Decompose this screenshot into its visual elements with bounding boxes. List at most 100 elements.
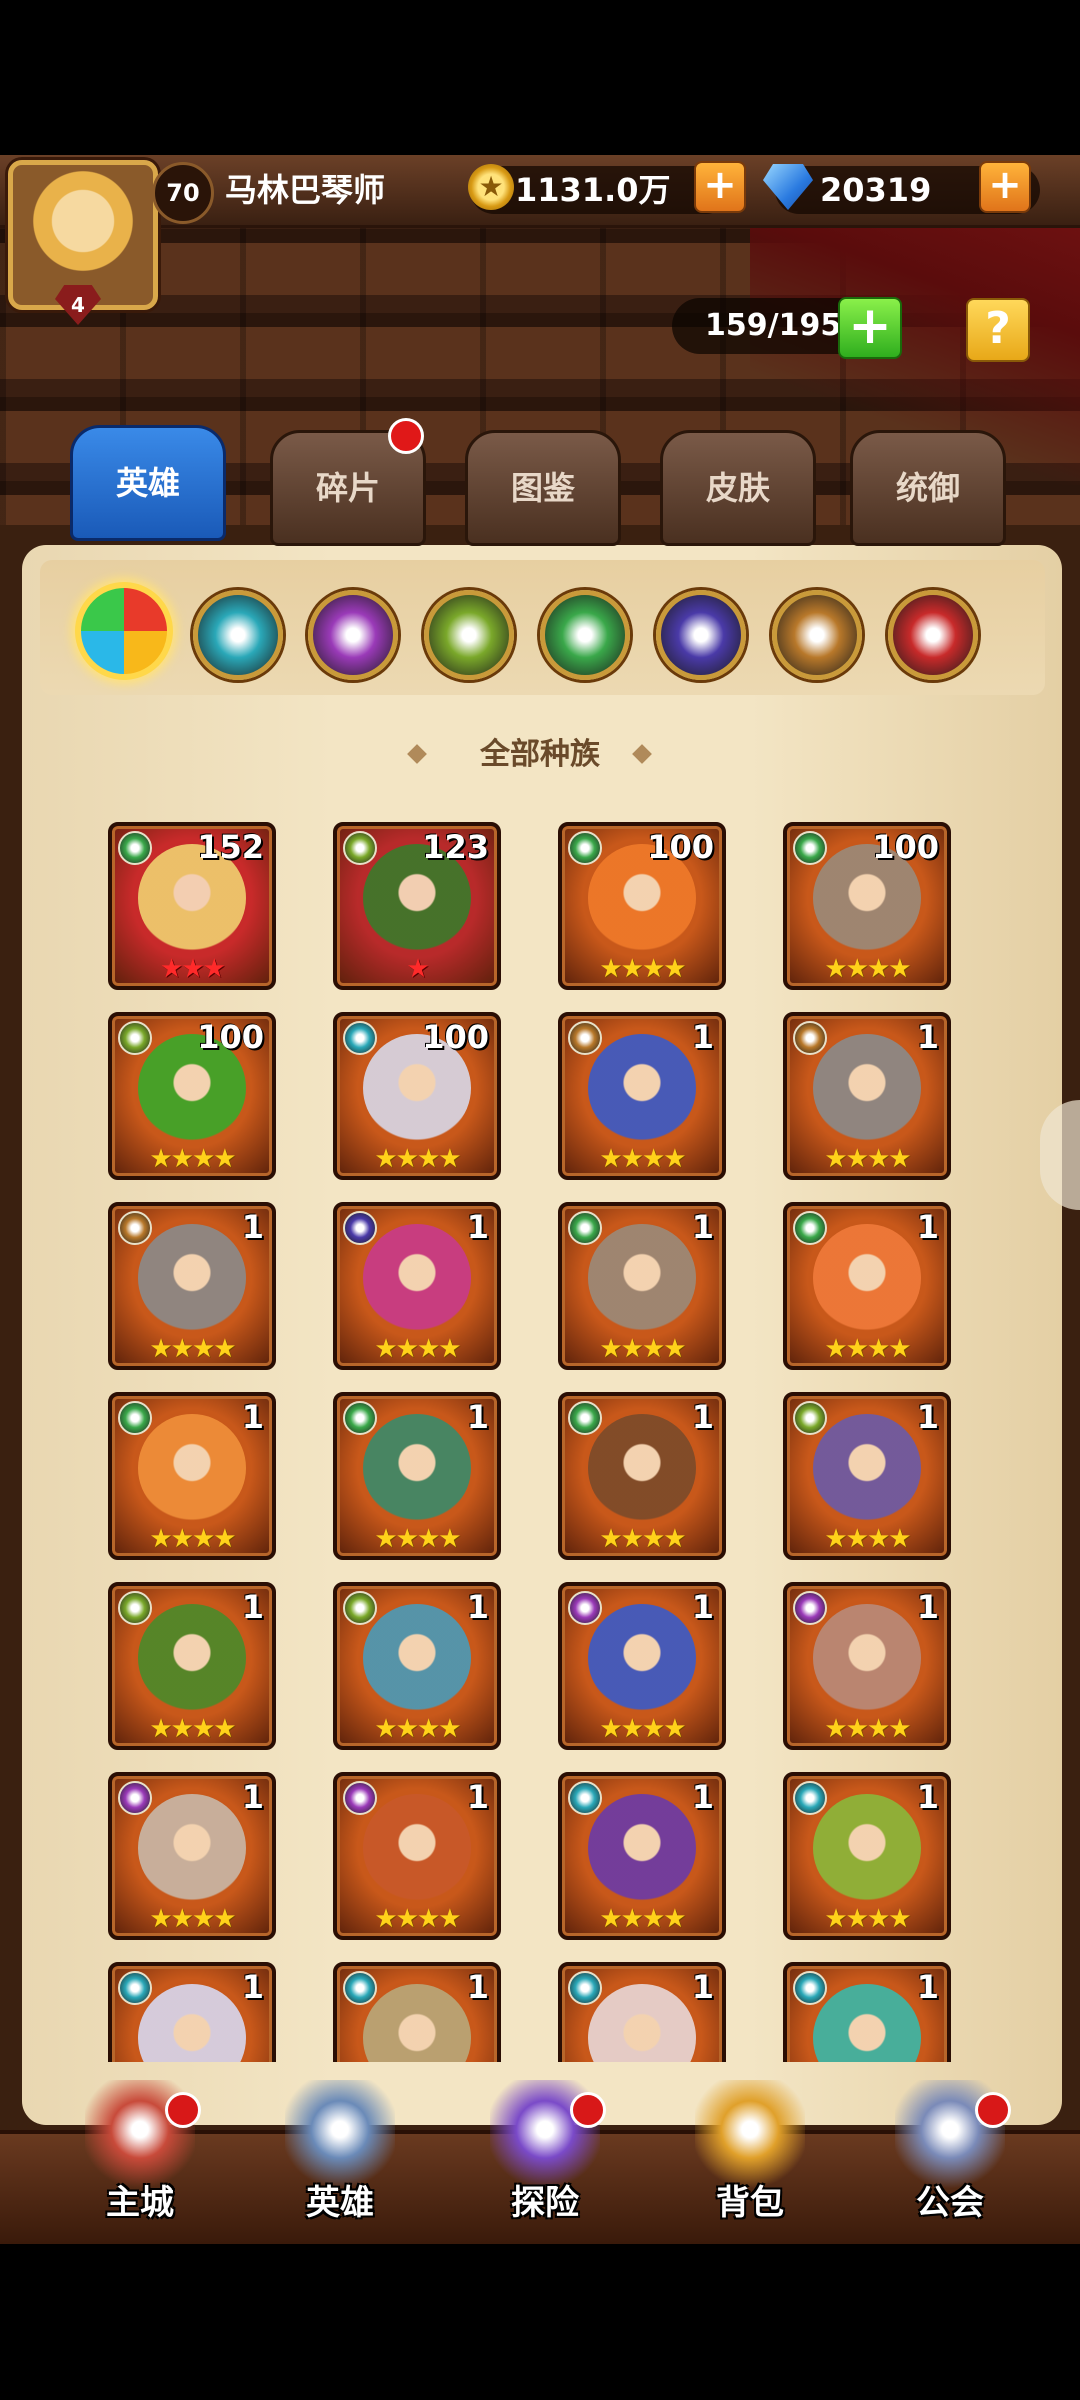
hero-count: 1 (916, 1588, 939, 1626)
hero-stars: ★★★★ (824, 954, 911, 984)
race-shadow-icon[interactable] (540, 590, 630, 680)
hero-portrait (813, 1034, 921, 1142)
hero-count: 100 (872, 828, 939, 866)
hero-count: 1 (466, 1398, 489, 1436)
hero-card[interactable]: 1★★★★ (108, 1202, 276, 1370)
hero-stars: ★★★★ (824, 1524, 911, 1554)
hero-count: 152 (197, 828, 264, 866)
hero-stars: ★★★★ (149, 1714, 236, 1744)
hero-card[interactable]: 1 ★★★★ (333, 1772, 501, 1940)
hero-card[interactable]: 123 ★ (333, 822, 501, 990)
hero-race-icon (118, 831, 152, 865)
tab-skins[interactable]: 皮肤 (660, 430, 816, 546)
help-button[interactable]: ? (966, 298, 1030, 362)
hero-portrait (363, 1604, 471, 1712)
hero-count: 1 (466, 1778, 489, 1816)
hero-card[interactable]: 1 ★★★★ (783, 1392, 951, 1560)
race-inferno-icon[interactable] (888, 590, 978, 680)
hero-card[interactable]: 100 ★★★★ (333, 1012, 501, 1180)
hero-card[interactable]: 100 ★★★★ (108, 1012, 276, 1180)
hero-race-icon (343, 1781, 377, 1815)
hero-count: 1 (691, 1968, 714, 2006)
hero-capacity: 159/195 (705, 308, 842, 343)
hero-stars: ★★★ (160, 954, 226, 984)
hero-count: 1 (691, 1018, 714, 1056)
nav-explore-label: 探险 (511, 2183, 579, 2223)
race-abyss-icon[interactable] (308, 590, 398, 680)
hero-card[interactable]: 1★★★★ (558, 1772, 726, 1940)
hero-card[interactable]: 1 ★★★★ (783, 1012, 951, 1180)
hero-portrait (588, 1034, 696, 1142)
hero-count: 1 (691, 1588, 714, 1626)
hero-stars: ★★★★ (599, 1334, 686, 1364)
gem-amount: 20319 (820, 171, 932, 209)
hero-card[interactable]: 1★★★★ (558, 1962, 726, 2062)
hero-count: 1 (916, 1968, 939, 2006)
hero-card[interactable]: 1★★★★ (333, 1202, 501, 1370)
hero-race-icon (793, 1211, 827, 1245)
hero-card[interactable]: 1★★★★ (108, 1962, 276, 2062)
hero-stars: ★★★★ (599, 1144, 686, 1174)
hero-race-icon (793, 1971, 827, 2005)
nav-guild-notification-dot (975, 2092, 1011, 2128)
hero-card[interactable]: 1★★★★ (783, 1772, 951, 1940)
hero-race-icon (118, 1591, 152, 1625)
hero-count: 1 (916, 1398, 939, 1436)
hero-count: 1 (241, 1208, 264, 1246)
hero-race-icon (568, 1781, 602, 1815)
hero-card[interactable]: 1★★★★ (783, 1582, 951, 1750)
hero-race-icon (568, 1971, 602, 2005)
hero-card[interactable]: 1★★★★ (108, 1772, 276, 1940)
hero-portrait (813, 1984, 921, 2062)
tab-command[interactable]: 统御 (850, 430, 1006, 546)
hero-count: 1 (916, 1018, 939, 1056)
race-all-icon[interactable] (75, 582, 173, 680)
hero-card[interactable]: 1★★★★ (558, 1392, 726, 1560)
hero-card[interactable]: 1★★★★ (333, 1392, 501, 1560)
hero-race-icon (118, 1211, 152, 1245)
tab-heroes[interactable]: 英雄 (70, 425, 226, 541)
hero-stars: ★★★★ (824, 1334, 911, 1364)
hero-portrait (813, 1414, 921, 1522)
hero-race-icon (118, 1021, 152, 1055)
tab-codex[interactable]: 图鉴 (465, 430, 621, 546)
hero-card[interactable]: 152 ★★★ (108, 822, 276, 990)
hero-card[interactable]: 1★★★★ (108, 1582, 276, 1750)
hero-stars: ★★★★ (824, 1144, 911, 1174)
hero-count: 1 (916, 1208, 939, 1246)
hero-race-icon (568, 1211, 602, 1245)
hero-stars: ★★★★ (149, 1524, 236, 1554)
hero-stars: ★★★★ (374, 1904, 461, 1934)
hero-card[interactable]: 1★★★★ (333, 1582, 501, 1750)
race-fortress-icon[interactable] (193, 590, 283, 680)
hero-card[interactable]: 1 ★★★★ (783, 1202, 951, 1370)
race-dark-icon[interactable] (656, 590, 746, 680)
hero-card[interactable]: 100 ★★★★ (783, 822, 951, 990)
hero-portrait (813, 1794, 921, 1902)
hero-card[interactable]: 1★★★★ (108, 1392, 276, 1560)
hero-card[interactable]: 1 ★★★★ (558, 1012, 726, 1180)
race-light-icon[interactable] (772, 590, 862, 680)
hero-card[interactable]: 1★★★★ (558, 1582, 726, 1750)
hero-stars: ★★★★ (374, 1334, 461, 1364)
hero-card[interactable]: 1★★★★ (558, 1202, 726, 1370)
hero-portrait (138, 1604, 246, 1712)
nav-backpack-icon[interactable] (695, 2080, 805, 2190)
nav-explore-notification-dot (570, 2092, 606, 2128)
hero-card[interactable]: 1★★★★ (783, 1962, 951, 2062)
hero-stars: ★★★★ (374, 1714, 461, 1744)
hero-card[interactable]: 100 ★★★★ (558, 822, 726, 990)
expand-capacity-button[interactable]: + (838, 297, 902, 359)
hero-portrait (363, 1984, 471, 2062)
nav-heroes-icon[interactable] (285, 2080, 395, 2190)
race-forest-icon[interactable] (424, 590, 514, 680)
add-gem-button[interactable]: + (979, 161, 1031, 213)
hero-portrait (588, 1604, 696, 1712)
section-title: 全部种族 (480, 737, 600, 772)
hero-portrait (363, 1224, 471, 1332)
hero-race-icon (793, 1781, 827, 1815)
hero-count: 100 (197, 1018, 264, 1056)
hero-card[interactable]: 1★★★★ (333, 1962, 501, 2062)
hero-race-icon (793, 1401, 827, 1435)
add-gold-button[interactable]: + (694, 161, 746, 213)
